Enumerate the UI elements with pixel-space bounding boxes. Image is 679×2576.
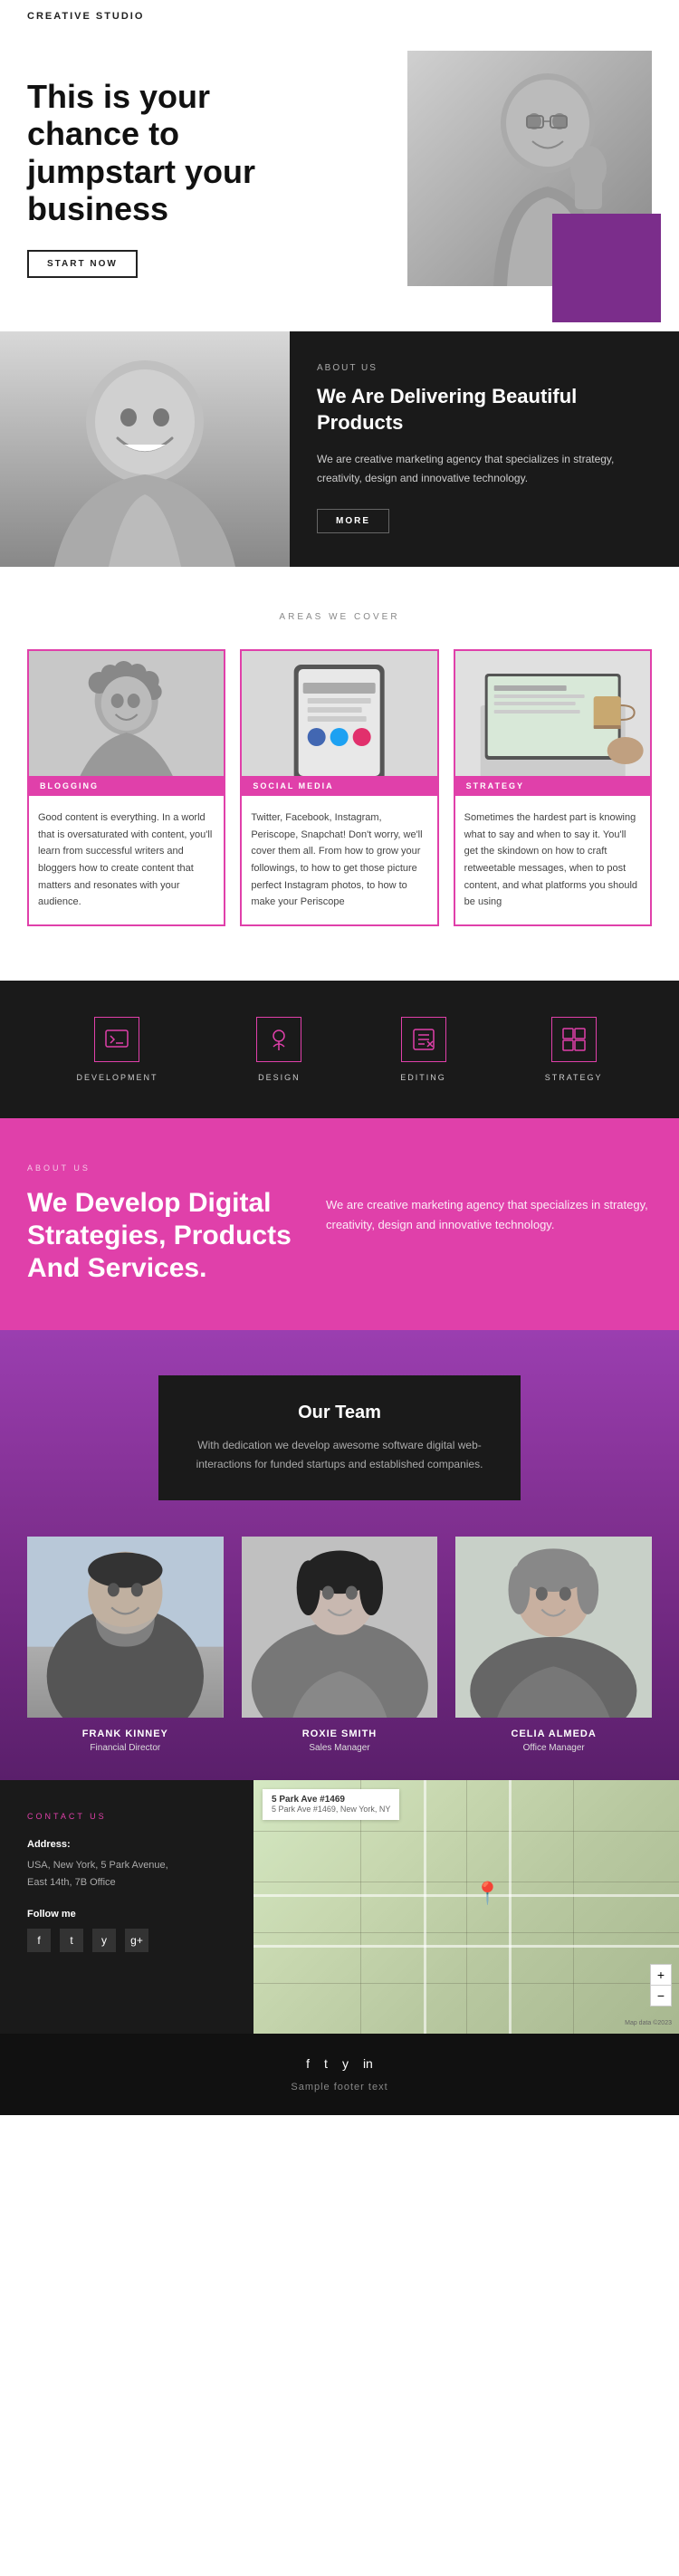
area-card-blogging: BLOGGING Good content is everything. In … bbox=[27, 649, 225, 926]
footer-social: f t y in bbox=[27, 2056, 652, 2071]
celia-role: Office Manager bbox=[455, 1743, 652, 1753]
team-members: FRANK KINNEY Financial Director bbox=[27, 1537, 652, 1753]
contact-address-text: USA, New York, 5 Park Avenue,East 14th, … bbox=[27, 1857, 226, 1891]
pink-about-desc: We are creative marketing agency that sp… bbox=[326, 1195, 652, 1235]
social-icon-gplus[interactable]: g+ bbox=[125, 1929, 148, 1952]
service-development: DEVELOPMENT bbox=[76, 1017, 158, 1082]
map-grid-line bbox=[573, 1780, 574, 2034]
area-card-strategy: STRATEGY Sometimes the hardest part is k… bbox=[454, 649, 652, 926]
contact-map: 5 Park Ave #1469 5 Park Ave #1469, New Y… bbox=[253, 1780, 679, 2034]
frank-name: FRANK KINNEY bbox=[27, 1729, 224, 1739]
service-label-strategy: STRATEGY bbox=[545, 1073, 603, 1082]
celia-photo bbox=[455, 1537, 652, 1718]
about-title: We Are Delivering Beautiful Products bbox=[317, 384, 652, 436]
service-label-design: DESIGN bbox=[256, 1073, 301, 1082]
frank-photo bbox=[27, 1537, 224, 1718]
area-text-strategy: Sometimes the hardest part is knowing wh… bbox=[455, 796, 650, 924]
footer-icon-linkedin[interactable]: in bbox=[363, 2056, 373, 2071]
social-icon-facebook[interactable]: f bbox=[27, 1929, 51, 1952]
pink-about-right: We are creative marketing agency that sp… bbox=[326, 1164, 652, 1235]
design-icon bbox=[256, 1017, 301, 1062]
pink-about-title: We Develop Digital Strategies, Products … bbox=[27, 1187, 299, 1285]
editing-icon bbox=[401, 1017, 446, 1062]
map-zoom-out[interactable]: − bbox=[651, 1986, 671, 2006]
about-section: ABOUT US We Are Delivering Beautiful Pro… bbox=[0, 331, 679, 567]
map-grid-line bbox=[466, 1780, 467, 2034]
contact-social-icons: f t y g+ bbox=[27, 1929, 226, 1952]
area-label-blogging: BLOGGING bbox=[29, 776, 224, 796]
team-card-title: Our Team bbox=[186, 1403, 493, 1423]
service-label-editing: EDITING bbox=[400, 1073, 446, 1082]
pink-about-label: ABOUT US bbox=[27, 1164, 299, 1173]
areas-label: AREAS WE COVER bbox=[27, 612, 652, 622]
roxie-role: Sales Manager bbox=[242, 1743, 438, 1753]
map-zoom-in[interactable]: + bbox=[651, 1965, 671, 1986]
hero-section: This is your chance to jumpstart your bu… bbox=[0, 33, 679, 295]
service-design: DESIGN bbox=[256, 1017, 301, 1082]
hero-text: This is your chance to jumpstart your bu… bbox=[27, 60, 317, 278]
roxie-photo bbox=[242, 1537, 438, 1718]
development-icon bbox=[94, 1017, 139, 1062]
pink-about-section: ABOUT US We Develop Digital Strategies, … bbox=[0, 1118, 679, 1330]
contact-left: CONTACT US Address: USA, New York, 5 Par… bbox=[0, 1780, 253, 2034]
about-content: ABOUT US We Are Delivering Beautiful Pro… bbox=[290, 331, 679, 567]
service-editing: EDITING bbox=[400, 1017, 446, 1082]
contact-section: CONTACT US Address: USA, New York, 5 Par… bbox=[0, 1780, 679, 2034]
footer-text: Sample footer text bbox=[27, 2082, 652, 2092]
about-label: ABOUT US bbox=[317, 363, 652, 373]
areas-section: AREAS WE COVER bbox=[0, 567, 679, 981]
strategy-icon bbox=[551, 1017, 597, 1062]
footer-icon-twitter[interactable]: t bbox=[324, 2056, 328, 2071]
social-icon-twitter[interactable]: t bbox=[60, 1929, 83, 1952]
team-card: Our Team With dedication we develop awes… bbox=[158, 1375, 521, 1500]
service-label-development: DEVELOPMENT bbox=[76, 1073, 158, 1082]
hero-purple-accent bbox=[552, 214, 661, 322]
footer: f t y in Sample footer text bbox=[0, 2034, 679, 2115]
areas-grid: BLOGGING Good content is everything. In … bbox=[27, 649, 652, 926]
hero-cta-button[interactable]: START NOW bbox=[27, 250, 138, 278]
frank-role: Financial Director bbox=[27, 1743, 224, 1753]
about-desc: We are creative marketing agency that sp… bbox=[317, 450, 652, 487]
roxie-name: ROXIE SMITH bbox=[242, 1729, 438, 1739]
footer-icon-facebook[interactable]: f bbox=[306, 2056, 310, 2071]
area-text-blogging: Good content is everything. In a world t… bbox=[29, 796, 224, 924]
social-icon-youtube[interactable]: y bbox=[92, 1929, 116, 1952]
map-road bbox=[424, 1780, 426, 2034]
area-card-social: SOCIAL MEDIA Twitter, Facebook, Instagra… bbox=[240, 649, 438, 926]
team-member-frank: FRANK KINNEY Financial Director bbox=[27, 1537, 224, 1753]
map-zoom-controls: + − bbox=[650, 1964, 672, 2006]
map-road bbox=[509, 1780, 512, 2034]
area-image-social: SOCIAL MEDIA bbox=[242, 651, 436, 796]
map-road bbox=[253, 1894, 679, 1897]
about-photo bbox=[0, 331, 290, 567]
service-strategy: STRATEGY bbox=[545, 1017, 603, 1082]
area-image-blogging: BLOGGING bbox=[29, 651, 224, 796]
pink-about-left: ABOUT US We Develop Digital Strategies, … bbox=[27, 1164, 299, 1285]
celia-name: CELIA ALMEDA bbox=[455, 1729, 652, 1739]
area-label-social: SOCIAL MEDIA bbox=[242, 776, 436, 796]
area-text-social: Twitter, Facebook, Instagram, Periscope,… bbox=[242, 796, 436, 924]
hero-heading: This is your chance to jumpstart your bu… bbox=[27, 78, 317, 228]
about-person-image bbox=[0, 331, 290, 567]
contact-label: CONTACT US bbox=[27, 1812, 226, 1821]
team-card-desc: With dedication we develop awesome softw… bbox=[186, 1436, 493, 1473]
map-label: 5 Park Ave #1469 5 Park Ave #1469, New Y… bbox=[263, 1789, 399, 1820]
header: CREATIVE STUDIO bbox=[0, 0, 679, 33]
services-section: DEVELOPMENT DESIGN EDITING bbox=[0, 981, 679, 1118]
map-pin: 📍 bbox=[474, 1881, 502, 1907]
area-label-strategy: STRATEGY bbox=[455, 776, 650, 796]
footer-icon-youtube[interactable]: y bbox=[342, 2056, 349, 2071]
map-inner: 5 Park Ave #1469 5 Park Ave #1469, New Y… bbox=[253, 1780, 679, 2034]
team-member-roxie: ROXIE SMITH Sales Manager bbox=[242, 1537, 438, 1753]
contact-follow-label: Follow me bbox=[27, 1909, 226, 1920]
area-image-strategy: STRATEGY bbox=[455, 651, 650, 796]
team-section: Our Team With dedication we develop awes… bbox=[0, 1330, 679, 1780]
about-more-button[interactable]: MORE bbox=[317, 509, 389, 533]
hero-image-area bbox=[317, 60, 652, 295]
map-road bbox=[253, 1945, 679, 1948]
map-attribution: Map data ©2023 bbox=[625, 2020, 672, 2026]
team-member-celia: CELIA ALMEDA Office Manager bbox=[455, 1537, 652, 1753]
logo: CREATIVE STUDIO bbox=[27, 11, 144, 22]
contact-address-label: Address: bbox=[27, 1839, 226, 1850]
